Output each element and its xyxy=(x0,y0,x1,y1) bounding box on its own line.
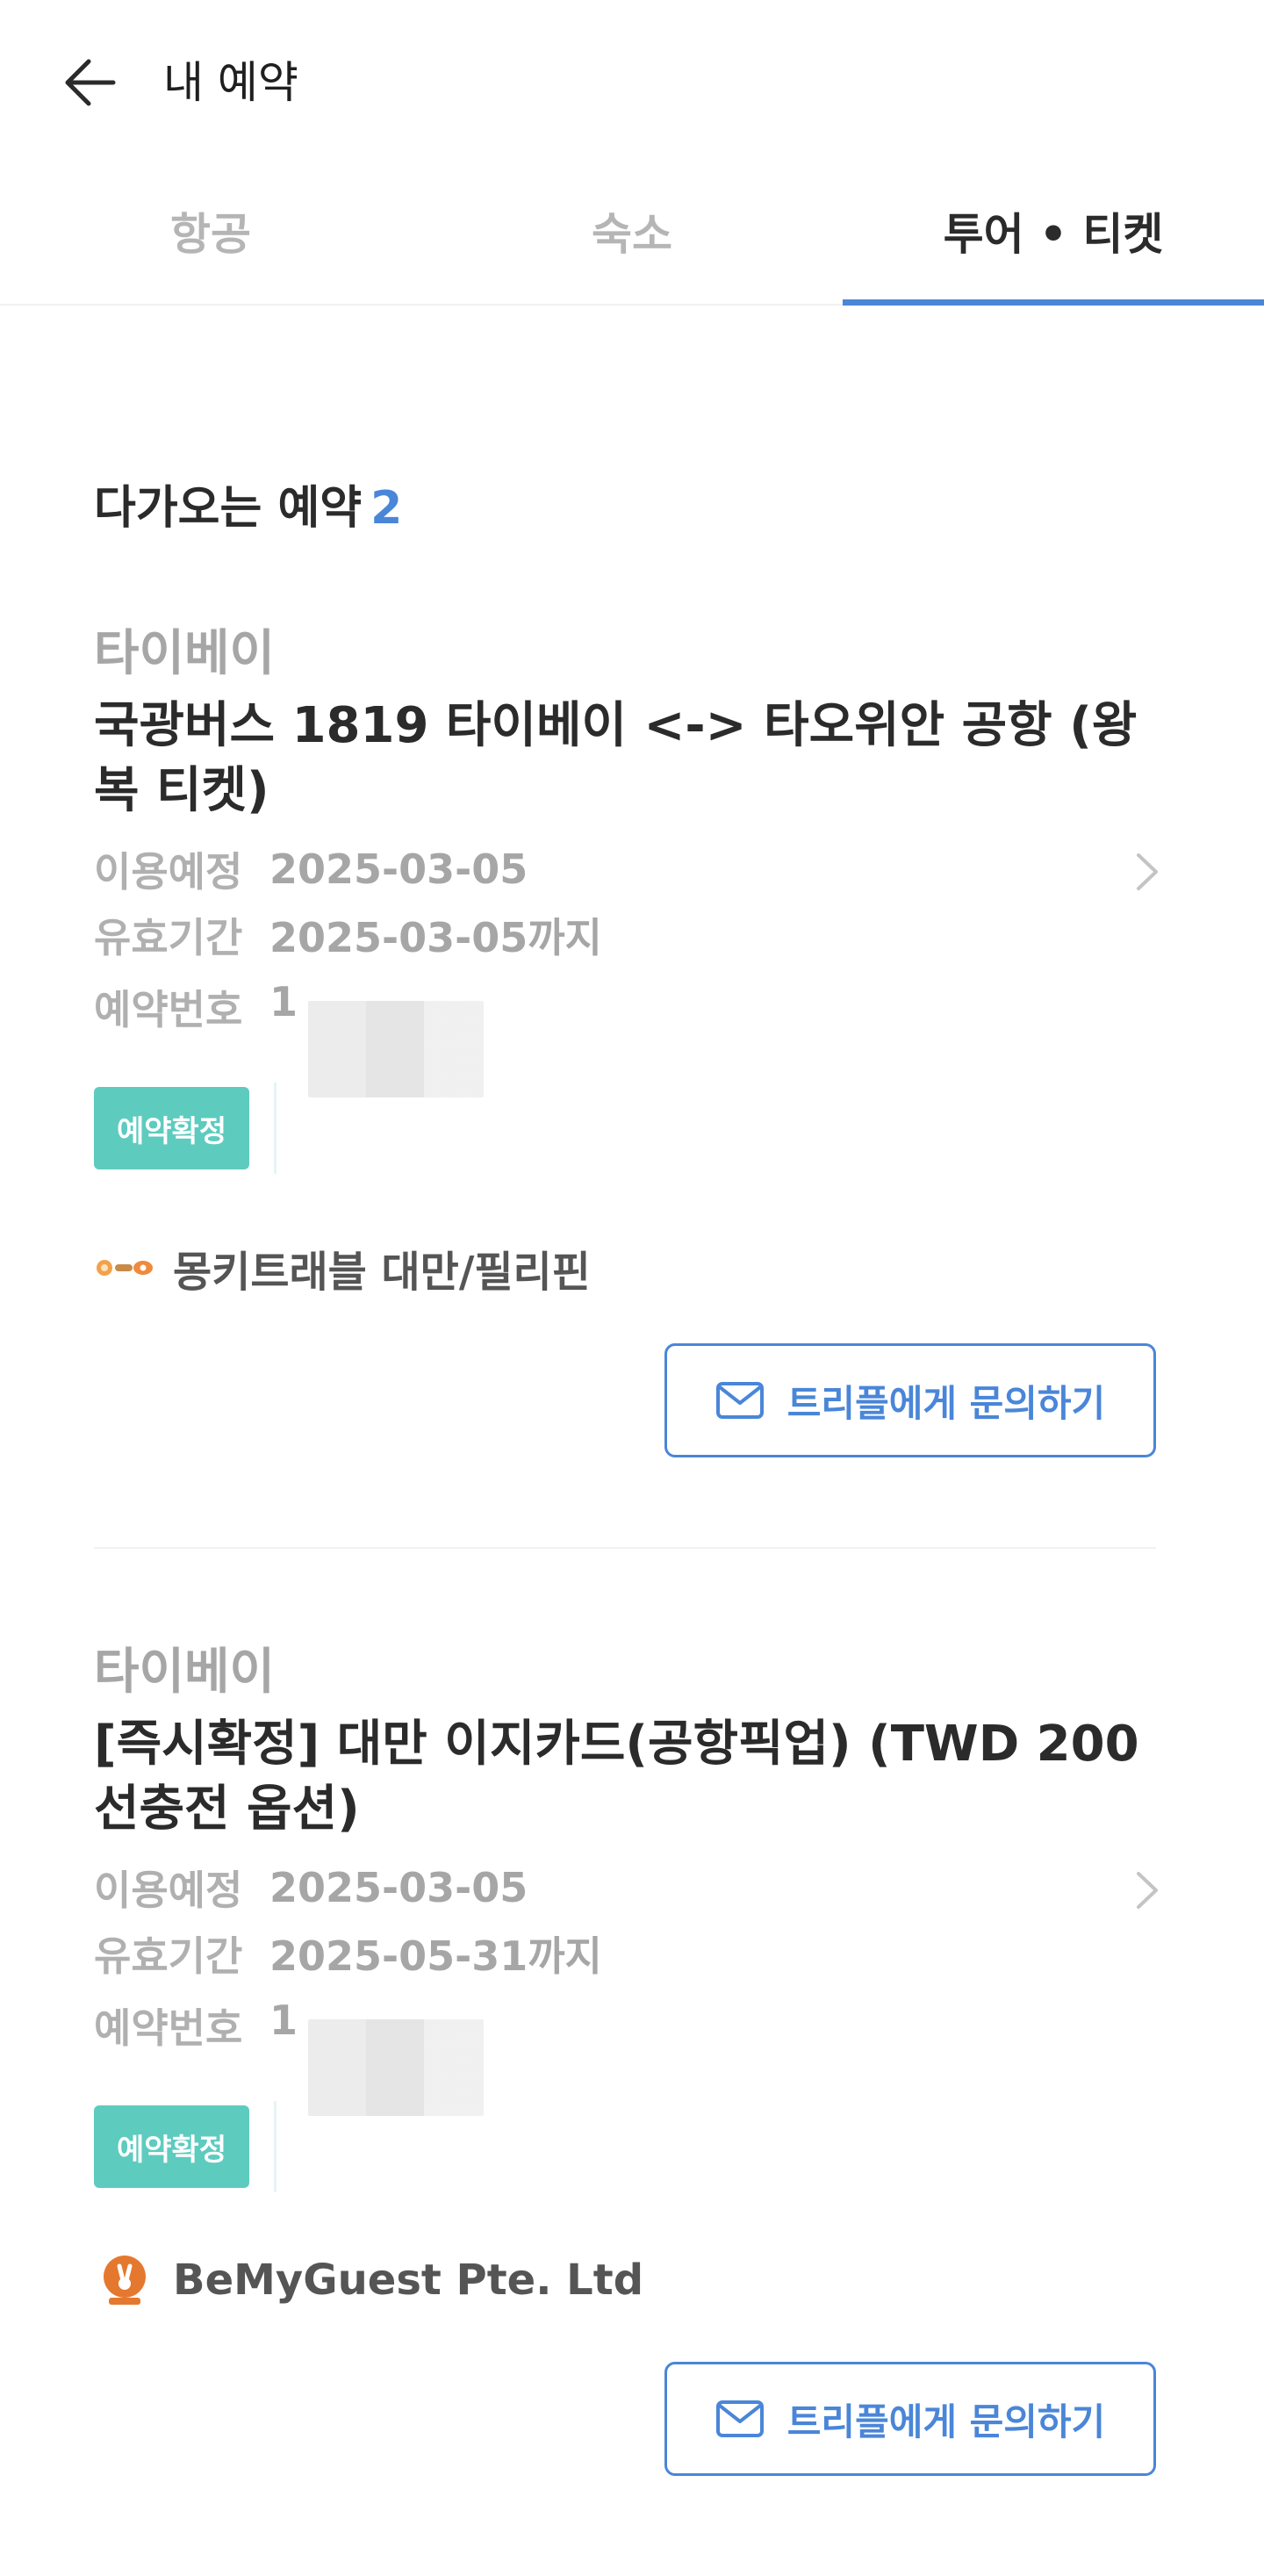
chevron-right-icon[interactable] xyxy=(1130,850,1165,894)
contact-triple-button[interactable]: 트리플에게 문의하기 xyxy=(664,1343,1156,1457)
valid-until-label: 유효기간 xyxy=(94,913,243,961)
valid-until-row: 유효기간 2025-03-05까지 xyxy=(94,902,1147,968)
upcoming-section-title: 다가오는 예약 2 xyxy=(94,471,402,536)
reservation-info: 이용예정 2025-03-05 유효기간 2025-05-31까지 예약번호 1 xyxy=(94,1854,1158,2116)
reservation-card[interactable]: 타이베이 [즉시확정] 대만 이지카드(공항픽업) (TWD 200 선충전 옵… xyxy=(94,1642,1158,2305)
use-date-label: 이용예정 xyxy=(94,1866,243,1914)
bemyguest-logo-icon xyxy=(94,2256,155,2305)
use-date-row: 이용예정 2025-03-05 xyxy=(94,836,1147,902)
use-date-value: 2025-03-05 xyxy=(269,1863,528,1911)
tab-bar: 항공 숙소 투어 • 티켓 xyxy=(0,176,1264,306)
valid-until-value: 2025-05-31까지 xyxy=(269,1932,602,1980)
vendor: BeMyGuest Pte. Ltd xyxy=(94,2256,1147,2305)
status-area: 예약확정 xyxy=(94,2101,1147,2192)
booking-no-row: 예약번호 1 xyxy=(94,1986,1147,2116)
tab-lodging[interactable]: 숙소 xyxy=(421,176,843,304)
card-divider xyxy=(94,1547,1156,1549)
mail-icon xyxy=(715,1382,764,1419)
vendor-name: BeMyGuest Pte. Ltd xyxy=(173,2256,644,2305)
back-button[interactable] xyxy=(54,46,128,119)
app-header: 내 예약 xyxy=(0,0,1264,167)
vendor: 몽키트래블 대만/필리핀 xyxy=(94,1237,1147,1299)
use-date-row: 이용예정 2025-03-05 xyxy=(94,1854,1147,1920)
redacted-booking-number xyxy=(308,1001,485,1097)
reservation-product-title: 국광버스 1819 타이베이 <-> 타오위안 공항 (왕복 티켓) xyxy=(94,697,1138,819)
contact-button-label: 트리플에게 문의하기 xyxy=(786,1381,1106,1425)
mail-icon xyxy=(715,2400,764,2437)
booking-no-value: 1 xyxy=(269,1997,298,2044)
vendor-name: 몽키트래블 대만/필리핀 xyxy=(173,1248,591,1297)
valid-until-row: 유효기간 2025-05-31까지 xyxy=(94,1920,1147,1986)
contact-triple-button[interactable]: 트리플에게 문의하기 xyxy=(664,2362,1156,2476)
reservation-product-title: [즉시확정] 대만 이지카드(공항픽업) (TWD 200 선충전 옵션) xyxy=(94,1716,1139,1838)
reservation-info: 이용예정 2025-03-05 유효기간 2025-03-05까지 예약번호 1 xyxy=(94,836,1158,1097)
booking-no-row: 예약번호 1 xyxy=(94,968,1147,1097)
reservation-city: 타이베이 xyxy=(94,1644,276,1701)
chevron-right-icon[interactable] xyxy=(1130,1868,1165,1912)
status-divider xyxy=(274,1083,277,1174)
status-badge: 예약확정 xyxy=(94,1087,250,1169)
tab-flight[interactable]: 항공 xyxy=(0,176,421,304)
page-title: 내 예약 xyxy=(163,57,298,108)
booking-no-label: 예약번호 xyxy=(94,2004,243,2052)
booking-no-label: 예약번호 xyxy=(94,986,243,1033)
status-divider xyxy=(274,2101,277,2192)
reservation-city: 타이베이 xyxy=(94,625,276,682)
section-count: 2 xyxy=(370,482,403,535)
valid-until-value: 2025-03-05까지 xyxy=(269,913,602,961)
tab-tour-ticket[interactable]: 투어 • 티켓 xyxy=(843,176,1264,306)
monkey-travel-logo-icon xyxy=(94,1246,155,1290)
redacted-booking-number xyxy=(308,2019,485,2116)
status-area: 예약확정 xyxy=(94,1083,1147,1174)
reservation-card[interactable]: 타이베이 국광버스 1819 타이베이 <-> 타오위안 공항 (왕복 티켓) … xyxy=(94,623,1158,1299)
section-title-text: 다가오는 예약 xyxy=(94,482,363,535)
arrow-left-icon xyxy=(65,59,116,106)
status-badge: 예약확정 xyxy=(94,2105,250,2188)
valid-until-label: 유효기간 xyxy=(94,1932,243,1980)
contact-button-label: 트리플에게 문의하기 xyxy=(786,2400,1106,2443)
use-date-label: 이용예정 xyxy=(94,847,243,896)
booking-no-value: 1 xyxy=(269,978,298,1025)
use-date-value: 2025-03-05 xyxy=(269,845,528,893)
